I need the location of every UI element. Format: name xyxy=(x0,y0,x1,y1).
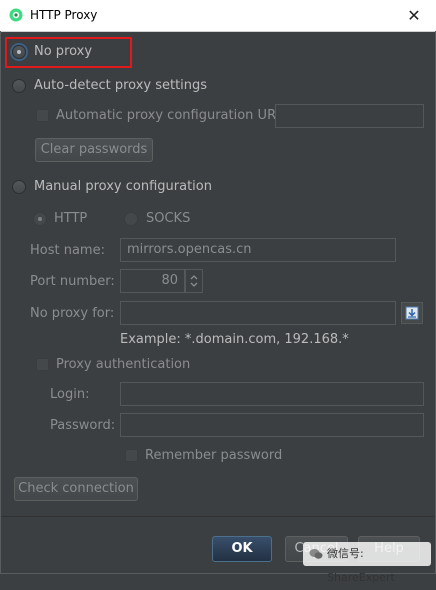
port-number-label: Port number: xyxy=(30,274,115,289)
host-name-field[interactable]: mirrors.opencas.cn xyxy=(120,238,396,262)
auto-detect-radio[interactable] xyxy=(12,79,26,93)
window-border-left xyxy=(0,31,1,574)
password-label: Password: xyxy=(50,418,116,433)
pac-url-checkbox[interactable] xyxy=(36,109,49,122)
no-proxy-radio[interactable] xyxy=(12,45,26,59)
spinner-arrows-icon xyxy=(190,275,198,287)
host-name-label: Host name: xyxy=(30,243,105,258)
watermark-text: 微信号: ShareExpert xyxy=(327,547,395,584)
check-connection-button[interactable]: Check connection xyxy=(14,477,138,501)
manual-proxy-label[interactable]: Manual proxy configuration xyxy=(34,179,212,194)
no-proxy-for-field[interactable] xyxy=(120,301,396,325)
footer-divider xyxy=(1,516,435,517)
clear-passwords-button[interactable]: Clear passwords xyxy=(35,138,153,162)
pac-url-label: Automatic proxy configuration URL: xyxy=(56,108,288,123)
password-field[interactable] xyxy=(120,413,424,437)
ok-button[interactable]: OK xyxy=(212,536,272,562)
no-proxy-for-label: No proxy for: xyxy=(30,306,115,321)
window-title: HTTP Proxy xyxy=(30,8,98,22)
socks-radio[interactable] xyxy=(124,212,138,226)
manual-proxy-radio[interactable] xyxy=(12,180,26,194)
remember-password-checkbox[interactable] xyxy=(125,449,138,462)
close-button[interactable]: ✕ xyxy=(392,0,436,31)
android-studio-icon xyxy=(9,8,23,22)
port-spinner[interactable] xyxy=(185,269,203,293)
login-field[interactable] xyxy=(120,382,424,406)
no-proxy-label[interactable]: No proxy xyxy=(34,44,92,59)
watermark: 微信号: ShareExpert xyxy=(303,542,431,584)
port-number-field[interactable]: 80 xyxy=(120,269,185,293)
expand-list-button[interactable] xyxy=(401,302,423,324)
remember-password-label: Remember password xyxy=(145,448,283,463)
socks-label: SOCKS xyxy=(146,211,191,226)
pac-url-field[interactable] xyxy=(275,104,424,128)
close-icon: ✕ xyxy=(407,6,421,25)
auto-detect-label[interactable]: Auto-detect proxy settings xyxy=(34,78,207,93)
http-radio[interactable] xyxy=(33,212,47,226)
title-bar: HTTP Proxy ✕ xyxy=(0,0,436,32)
wechat-icon xyxy=(309,549,323,559)
login-label: Login: xyxy=(50,387,90,402)
http-label: HTTP xyxy=(54,211,88,226)
proxy-auth-label: Proxy authentication xyxy=(56,357,191,372)
no-proxy-example: Example: *.domain.com, 192.168.* xyxy=(120,332,349,347)
expand-list-icon xyxy=(405,306,419,320)
proxy-auth-checkbox[interactable] xyxy=(36,358,49,371)
